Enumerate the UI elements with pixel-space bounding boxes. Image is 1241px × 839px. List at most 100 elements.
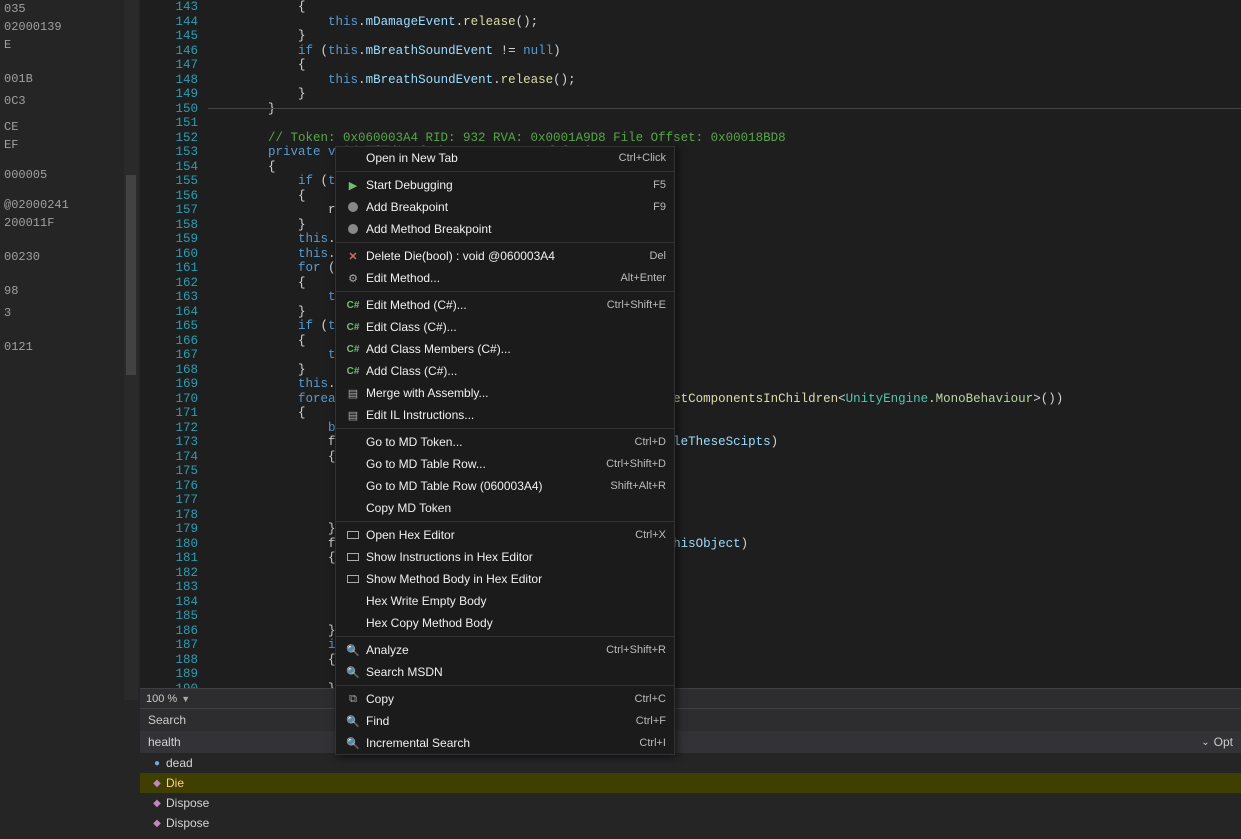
code-line[interactable]: this.mBreathSoundEvent.release(); [208, 73, 1241, 88]
line-number: 184 [140, 595, 208, 610]
menu-item[interactable]: ▶Start DebuggingF5 [336, 174, 674, 196]
tree-item[interactable]: 98 [0, 282, 140, 300]
editor-status-bar: 100 % ▼ [140, 688, 1241, 708]
tree-item[interactable]: 0C3 [0, 92, 140, 110]
menu-item[interactable]: ⚙Edit Method...Alt+Enter [336, 267, 674, 289]
line-number: 177 [140, 493, 208, 508]
tree-item[interactable]: @02000241 [0, 196, 140, 214]
document-icon: ▤ [348, 409, 358, 422]
search-result-item[interactable]: ●dead [140, 753, 1241, 773]
search-options-button[interactable]: ⌄ Opt [1193, 735, 1241, 749]
line-number: 186 [140, 624, 208, 639]
code-line[interactable] [208, 116, 1241, 131]
tree-item[interactable]: 0121 [0, 338, 140, 356]
assembly-explorer-panel[interactable]: 03502000139E 001B 0C3 CEEF 000005 @0200024120… [0, 0, 140, 839]
menu-item[interactable]: C#Add Class Members (C#)... [336, 338, 674, 360]
method-icon: ◆ [148, 778, 166, 789]
menu-item[interactable]: Go to MD Token...Ctrl+D [336, 431, 674, 453]
menu-item[interactable]: Show Method Body in Hex Editor [336, 568, 674, 590]
menu-item-label: Show Instructions in Hex Editor [366, 550, 666, 564]
search-result-item[interactable]: ◆Dispose [140, 813, 1241, 833]
menu-item-shortcut: Ctrl+F [636, 715, 666, 727]
tree-item[interactable]: 001B [0, 70, 140, 88]
menu-item[interactable]: 🔍Incremental SearchCtrl+I [336, 732, 674, 754]
left-scrollbar[interactable] [124, 0, 138, 700]
code-line[interactable]: } [208, 87, 1241, 102]
search-result-item[interactable]: ◆Die [140, 773, 1241, 793]
menu-item[interactable]: 🔍AnalyzeCtrl+Shift+R [336, 639, 674, 661]
menu-item[interactable]: ▤Merge with Assembly... [336, 382, 674, 404]
search-result-label: Dispose [166, 816, 209, 830]
context-menu[interactable]: Open in New TabCtrl+Click ▶Start Debuggin… [335, 146, 675, 755]
menu-item[interactable]: Copy MD Token [336, 497, 674, 519]
scrollbar-thumb[interactable] [126, 175, 136, 375]
menu-item[interactable]: Go to MD Table Row...Ctrl+Shift+D [336, 453, 674, 475]
line-number: 178 [140, 508, 208, 523]
menu-item-label: Open Hex Editor [366, 528, 635, 542]
search-panel: Search ⌄ Opt ●dead◆Die◆Dispose◆Dispose [140, 708, 1241, 839]
tree-item[interactable]: 200011F [0, 214, 140, 232]
menu-item-label: Add Class Members (C#)... [366, 342, 666, 356]
menu-item[interactable]: ▤ Edit IL Instructions... [336, 404, 674, 426]
menu-item-shortcut: Ctrl+Shift+D [606, 458, 666, 470]
menu-item-label: Edit IL Instructions... [366, 408, 666, 422]
search-input-row: ⌄ Opt [140, 731, 1241, 753]
menu-item[interactable]: Show Instructions in Hex Editor [336, 546, 674, 568]
menu-item[interactable]: 🔍Search MSDN [336, 661, 674, 683]
tree-item[interactable]: CE [0, 118, 140, 136]
tree-item[interactable]: 00230 [0, 248, 140, 266]
menu-item-label: Go to MD Table Row... [366, 457, 606, 471]
line-number: 179 [140, 522, 208, 537]
search-result-label: dead [166, 756, 193, 770]
tree-item[interactable]: E [0, 36, 140, 54]
menu-item[interactable]: ✕Delete Die(bool) : void @060003A4Del [336, 245, 674, 267]
code-line[interactable]: if (this.mBreathSoundEvent != null) [208, 44, 1241, 59]
menu-item-shortcut: Ctrl+Shift+R [606, 644, 666, 656]
menu-item-shortcut: Del [649, 250, 666, 262]
search-results-list[interactable]: ●dead◆Die◆Dispose◆Dispose [140, 753, 1241, 833]
breakpoint-icon [348, 202, 358, 212]
line-number: 175 [140, 464, 208, 479]
menu-item[interactable]: 🔍FindCtrl+F [336, 710, 674, 732]
menu-separator [336, 428, 674, 429]
menu-item-label: Go to MD Table Row (060003A4) [366, 479, 610, 493]
menu-item[interactable]: Add Method Breakpoint [336, 218, 674, 240]
menu-item[interactable]: Open in New TabCtrl+Click [336, 147, 674, 169]
menu-item[interactable]: Hex Copy Method Body [336, 612, 674, 634]
search-header: Search [140, 709, 1241, 731]
menu-item[interactable]: C#Edit Method (C#)...Ctrl+Shift+E [336, 294, 674, 316]
tree-item[interactable]: 035 [0, 0, 140, 18]
tree-item[interactable]: 3 [0, 304, 140, 322]
chevron-down-icon: ⌄ [1201, 737, 1209, 748]
tree-item[interactable]: 000005 [0, 166, 140, 184]
breakpoint-icon [348, 224, 358, 234]
menu-item[interactable]: Hex Write Empty Body [336, 590, 674, 612]
hex-icon [347, 531, 359, 539]
line-number: 176 [140, 479, 208, 494]
code-line[interactable]: } [208, 29, 1241, 44]
zoom-dropdown-icon[interactable]: ▼ [181, 694, 190, 704]
divider [208, 108, 1241, 109]
code-line[interactable]: { [208, 58, 1241, 73]
line-number: 154 [140, 160, 208, 175]
line-number: 167 [140, 348, 208, 363]
code-line[interactable]: // Token: 0x060003A4 RID: 932 RVA: 0x000… [208, 131, 1241, 146]
menu-item[interactable]: C#Edit Class (C#)... [336, 316, 674, 338]
line-number: 158 [140, 218, 208, 233]
menu-separator [336, 242, 674, 243]
tree-item[interactable]: 02000139 [0, 18, 140, 36]
line-number: 147 [140, 58, 208, 73]
menu-item[interactable]: ⧉CopyCtrl+C [336, 688, 674, 710]
menu-item-shortcut: Ctrl+C [635, 693, 666, 705]
menu-item-label: Incremental Search [366, 736, 639, 750]
zoom-level[interactable]: 100 % [146, 693, 177, 705]
menu-item[interactable]: C#Add Class (C#)... [336, 360, 674, 382]
menu-item[interactable]: Open Hex EditorCtrl+X [336, 524, 674, 546]
menu-item[interactable]: Add BreakpointF9 [336, 196, 674, 218]
code-line[interactable]: this.mDamageEvent.release(); [208, 15, 1241, 30]
line-number: 188 [140, 653, 208, 668]
tree-item[interactable]: EF [0, 136, 140, 154]
search-result-item[interactable]: ◆Dispose [140, 793, 1241, 813]
menu-item[interactable]: Go to MD Table Row (060003A4)Shift+Alt+R [336, 475, 674, 497]
code-line[interactable]: { [208, 0, 1241, 15]
